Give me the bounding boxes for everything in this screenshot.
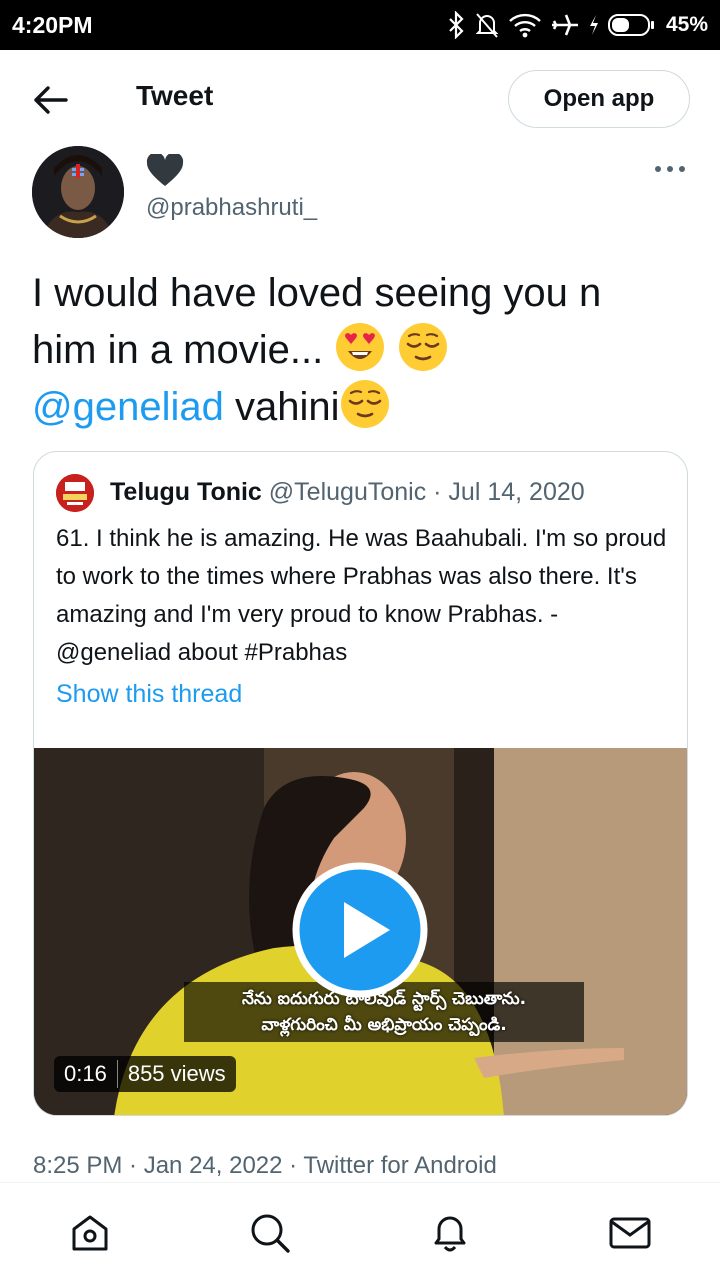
play-icon[interactable] [292,862,428,998]
tweet-line-1: I would have loved seeing you n [32,271,602,315]
heart-eyes-emoji [336,323,385,371]
video-views: 855 views [127,1061,226,1086]
notifications-icon[interactable] [428,1211,472,1255]
battery-percent: 45% [665,13,708,36]
tweet-suffix: vahini [223,385,340,429]
quoted-header: Telugu Tonic @TeluguTonic · Jul 14, 2020 [110,478,585,507]
charging-icon [589,15,598,35]
quoted-tweet-card[interactable]: Telugu Tonic @TeluguTonic · Jul 14, 2020… [33,451,688,1116]
page-title: Tweet [136,80,214,111]
subtitle-line-2: వాళ్లగురించి మీ అభిప్రాయం చెప్పండి. [261,1015,507,1035]
status-icons: 45% [446,10,708,40]
status-time: 4:20PM [12,12,93,38]
quoted-body: 61. I think he is amazing. He was Baahub… [56,525,667,666]
video-player[interactable]: నేను ఐదుగురు టాలీవుడ్ స్టార్స్ చెబుతాను.… [34,748,687,1115]
home-icon[interactable] [68,1211,112,1255]
video-duration: 0:16 [64,1061,107,1086]
relieved-emoji [399,323,448,371]
show-thread-link[interactable]: Show this thread [56,680,242,709]
tweet-text: I would have loved seeing you n him in a… [32,266,682,435]
alarm-off-icon [475,13,499,38]
status-bar: 4:20PM 45% [0,0,720,50]
author-handle[interactable]: @prabhashruti_ [146,194,317,222]
quoted-avatar[interactable] [56,474,94,512]
heart-icon [146,154,184,186]
bluetooth-icon [449,11,464,39]
messages-icon[interactable] [608,1211,652,1255]
open-app-button[interactable]: Open app [508,70,690,128]
airplane-icon [551,14,578,36]
video-info: 0:16 855 views [54,1056,236,1092]
relieved-emoji [341,380,390,428]
avatar[interactable] [32,146,124,238]
battery-icon [607,14,654,36]
quoted-handle[interactable]: @TeluguTonic [269,478,426,506]
header: Tweet Open app [0,50,720,146]
tweet-timestamp: 8:25 PM · Jan 24, 2022 · Twitter for And… [33,1152,497,1179]
wifi-icon [509,13,541,38]
back-arrow-icon[interactable] [30,82,70,118]
mention-link[interactable]: @geneliad [32,385,224,429]
more-options-icon[interactable] [652,162,688,176]
bottom-nav [0,1182,720,1280]
quoted-date: · Jul 14, 2020 [426,478,585,506]
quoted-name[interactable]: Telugu Tonic [110,478,262,506]
tweet-line-2: him in a movie... [32,328,324,372]
search-icon[interactable] [248,1211,292,1255]
